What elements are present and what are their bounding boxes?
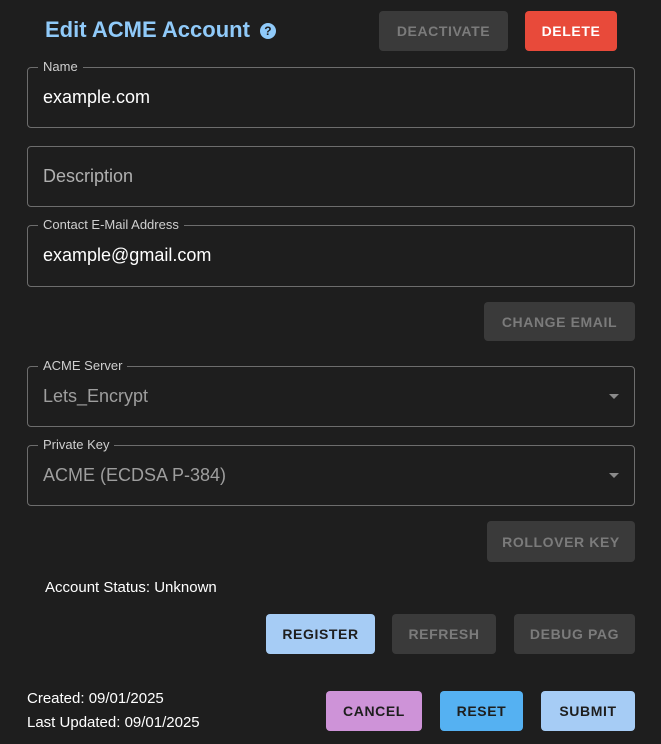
deactivate-button[interactable]: DEACTIVATE (379, 11, 508, 51)
register-button[interactable]: REGISTER (266, 614, 375, 654)
help-icon[interactable]: ? (259, 23, 276, 39)
debug-button[interactable]: DEBUG PAG (514, 614, 635, 654)
name-field[interactable]: Name example.com (27, 59, 635, 128)
submit-button[interactable]: SUBMIT (541, 691, 635, 731)
private-key-select[interactable]: Private Key ACME (ECDSA P-384) (27, 437, 635, 506)
change-email-button[interactable]: CHANGE EMAIL (484, 302, 635, 341)
acme-server-value[interactable]: Lets_Encrypt (43, 386, 148, 407)
name-label: Name (38, 59, 83, 74)
description-field[interactable]: Description (27, 146, 635, 207)
cancel-button[interactable]: CANCEL (326, 691, 422, 731)
delete-button[interactable]: DELETE (525, 11, 617, 51)
chevron-down-icon[interactable] (609, 473, 619, 478)
name-value[interactable]: example.com (43, 87, 150, 108)
refresh-button[interactable]: REFRESH (392, 614, 496, 654)
rollover-key-button[interactable]: ROLLOVER KEY (487, 521, 635, 562)
private-key-label: Private Key (38, 437, 115, 452)
email-value[interactable]: example@gmail.com (43, 245, 211, 266)
email-field[interactable]: Contact E-Mail Address example@gmail.com (27, 217, 635, 287)
last-updated-date: Last Updated: 09/01/2025 (27, 714, 200, 731)
dialog-title: Edit ACME Account ? (45, 17, 276, 43)
acme-server-label: ACME Server (38, 358, 128, 373)
description-placeholder[interactable]: Description (43, 166, 133, 187)
acme-server-select[interactable]: ACME Server Lets_Encrypt (27, 358, 635, 427)
chevron-down-icon[interactable] (609, 394, 619, 399)
reset-button[interactable]: RESET (440, 691, 523, 731)
account-status: Account Status: Unknown (45, 579, 217, 596)
created-date: Created: 09/01/2025 (27, 690, 164, 707)
dialog-title-text: Edit ACME Account (45, 17, 250, 42)
private-key-value[interactable]: ACME (ECDSA P-384) (43, 465, 226, 486)
email-label: Contact E-Mail Address (38, 217, 184, 232)
